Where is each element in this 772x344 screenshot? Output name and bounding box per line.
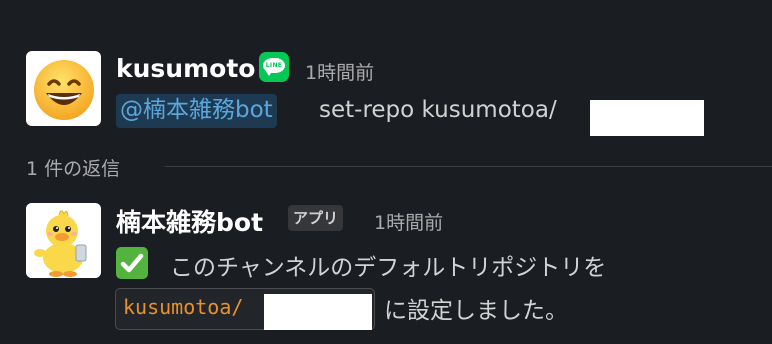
duck-mascot-icon xyxy=(26,203,101,278)
bot-username[interactable]: 楠本雑務bot xyxy=(116,203,263,239)
check-mark-icon xyxy=(116,247,148,279)
username[interactable]: kusumoto xyxy=(116,54,255,83)
redacted-block-2 xyxy=(264,294,372,330)
bot-mention[interactable]: @楠本雑務bot xyxy=(116,94,277,128)
line-app-icon: LINE xyxy=(259,52,289,82)
redacted-block xyxy=(590,100,704,136)
user-avatar[interactable] xyxy=(26,51,101,126)
bot-message-line1: このチャンネルのデフォルトリポジトリを xyxy=(170,255,607,281)
app-badge: アプリ xyxy=(288,205,344,231)
thread-divider xyxy=(165,166,772,167)
message-timestamp[interactable]: 1時間前 xyxy=(305,58,374,85)
bot-message-line2: に設定しました。 xyxy=(384,298,568,324)
thread-reply-count[interactable]: 1 件の返信 xyxy=(26,154,120,181)
inline-code-text: kusumotoa/ xyxy=(123,295,244,319)
message-text: set-repo kusumotoa/ xyxy=(319,97,557,123)
grinning-face-icon xyxy=(34,60,94,120)
bot-message-timestamp[interactable]: 1時間前 xyxy=(374,208,443,235)
bot-avatar[interactable] xyxy=(26,203,101,278)
